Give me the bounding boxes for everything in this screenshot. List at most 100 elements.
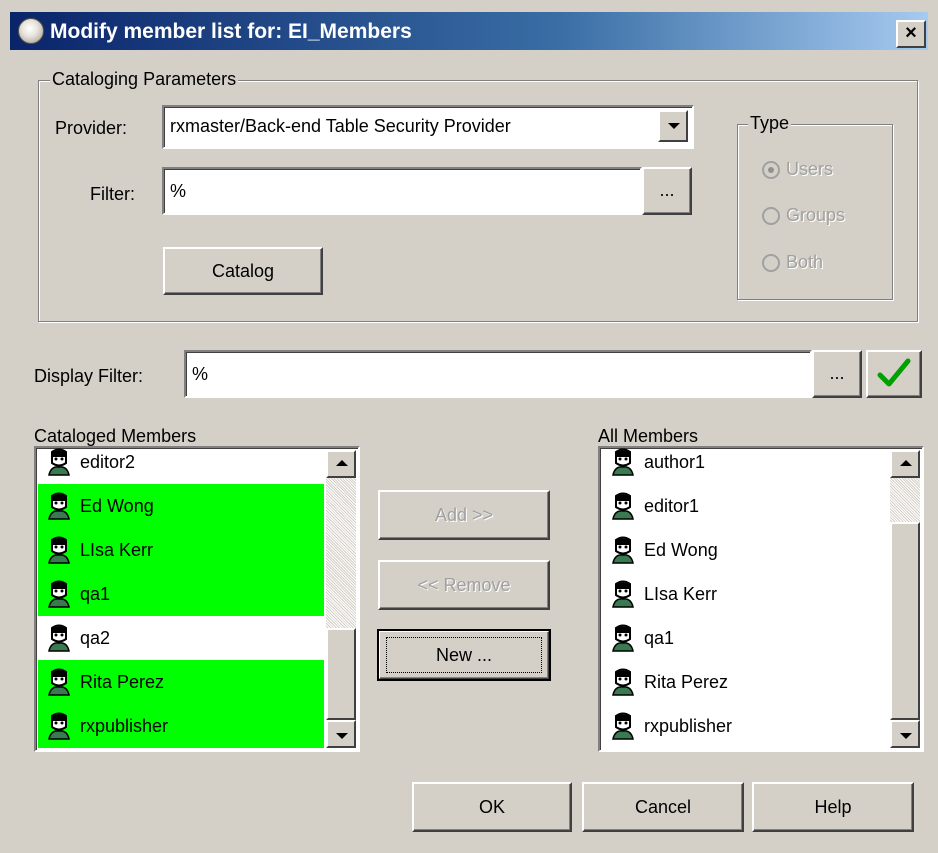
cataloged-members-label: Cataloged Members	[34, 426, 197, 446]
display-filter-label: Display Filter:	[34, 366, 144, 386]
user-icon	[48, 624, 70, 652]
window-title: Modify member list for: EI_Members	[50, 20, 412, 43]
list-item[interactable]: qa1	[38, 572, 324, 616]
list-item-label: Ed Wong	[644, 540, 718, 560]
display-filter-value: %	[192, 364, 209, 384]
display-filter-browse-button[interactable]: ...	[812, 350, 862, 398]
filter-label: Filter:	[90, 184, 135, 204]
provider-select-value: rxmaster/Back-end Table Security Provide…	[170, 116, 511, 136]
radio-both-label: Both	[786, 252, 824, 272]
display-filter-browse-label: ...	[829, 363, 845, 383]
new-button[interactable]: New ...	[377, 629, 551, 681]
list-item-label: qa1	[644, 628, 675, 648]
user-icon	[48, 580, 70, 608]
focus-ring	[386, 637, 542, 673]
user-icon	[48, 492, 70, 520]
ok-button-label: OK	[478, 797, 505, 817]
user-icon	[612, 624, 634, 652]
user-icon	[48, 448, 70, 476]
filter-browse-label: ...	[659, 180, 675, 200]
list-item-label: rxpublisher	[644, 716, 733, 736]
scroll-track[interactable]	[326, 478, 356, 628]
radio-users[interactable]	[762, 161, 780, 179]
list-item[interactable]: rxpublisher	[602, 704, 888, 748]
user-icon	[612, 668, 634, 696]
list-item[interactable]: LIsa Kerr	[602, 572, 888, 616]
apply-display-filter-button[interactable]	[866, 350, 922, 398]
list-item[interactable]: rxpublisher	[38, 704, 324, 748]
type-legend: Type	[748, 113, 792, 134]
remove-button-label: << Remove	[417, 575, 511, 595]
chevron-down-icon	[336, 733, 348, 739]
list-item-label: Rita Perez	[644, 672, 729, 692]
list-item-label: qa1	[80, 584, 111, 604]
scroll-down-button[interactable]	[326, 720, 356, 748]
list-item[interactable]: Ed Wong	[38, 484, 324, 528]
list-item[interactable]: Ed Wong	[602, 528, 888, 572]
ok-button[interactable]: OK	[412, 782, 572, 832]
filter-input[interactable]: %	[162, 167, 642, 215]
add-button[interactable]: Add >>	[378, 490, 550, 540]
filter-input-value: %	[170, 181, 187, 201]
scroll-up-button[interactable]	[890, 450, 920, 478]
cancel-button-label: Cancel	[634, 797, 692, 817]
provider-dropdown-button[interactable]	[658, 110, 688, 142]
list-item-label: rxpublisher	[80, 716, 169, 736]
user-icon	[48, 536, 70, 564]
title-bar[interactable]: Modify member list for: EI_Members ×	[10, 12, 928, 50]
radio-selected-dot	[768, 167, 774, 173]
list-item[interactable]: qa2	[38, 616, 324, 660]
cataloged-scrollbar[interactable]	[326, 450, 356, 748]
list-item-label: qa2	[80, 628, 111, 648]
user-icon	[612, 492, 634, 520]
user-icon	[48, 668, 70, 696]
radio-groups-label: Groups	[786, 205, 846, 225]
chevron-down-icon	[668, 123, 680, 129]
all-members-scrollbar[interactable]	[890, 450, 920, 748]
list-item[interactable]: editor2	[38, 448, 324, 484]
catalog-button[interactable]: Catalog	[163, 247, 323, 295]
cancel-button[interactable]: Cancel	[582, 782, 744, 832]
cataloging-parameters-legend: Cataloging Parameters	[50, 69, 239, 90]
user-icon	[48, 712, 70, 740]
catalog-button-label: Catalog	[211, 261, 275, 281]
list-item[interactable]: Rita Perez	[38, 660, 324, 704]
chevron-up-icon	[900, 460, 912, 466]
scroll-thumb[interactable]	[890, 522, 920, 720]
all-members-list[interactable]: rxpublisher Rita Perez qa1 LIsa Kerr Ed Wong…	[598, 446, 924, 752]
all-members-label: All Members	[598, 426, 699, 446]
modify-member-list-dialog: Modify member list for: EI_Members × Cat…	[0, 0, 938, 853]
list-item-label: LIsa Kerr	[80, 540, 154, 560]
list-item-label: Rita Perez	[80, 672, 165, 692]
list-item[interactable]: LIsa Kerr	[38, 528, 324, 572]
list-item[interactable]: author1	[602, 448, 888, 484]
add-button-label: Add >>	[434, 505, 494, 525]
chevron-down-icon	[900, 733, 912, 739]
help-button[interactable]: Help	[752, 782, 914, 832]
scroll-up-button[interactable]	[326, 450, 356, 478]
cataloged-members-list[interactable]: rxpublisher Rita Perez qa2 qa1 LIsa Kerr Ed W…	[34, 446, 360, 752]
list-item-label: author1	[644, 452, 706, 472]
display-filter-input[interactable]: %	[184, 350, 812, 398]
list-item[interactable]: qa1	[602, 616, 888, 660]
user-icon	[612, 448, 634, 476]
remove-button[interactable]: << Remove	[378, 560, 550, 610]
provider-select[interactable]: rxmaster/Back-end Table Security Provide…	[162, 105, 694, 149]
list-item-label: LIsa Kerr	[644, 584, 718, 604]
list-item[interactable]: Rita Perez	[602, 660, 888, 704]
scroll-track[interactable]	[890, 478, 920, 522]
radio-users-label: Users	[786, 159, 834, 179]
user-icon	[612, 712, 634, 740]
scroll-down-button[interactable]	[890, 720, 920, 748]
filter-browse-button[interactable]: ...	[642, 167, 692, 215]
list-item[interactable]: editor1	[602, 484, 888, 528]
user-icon	[612, 580, 634, 608]
list-item-label: editor1	[644, 496, 700, 516]
help-button-label: Help	[814, 797, 852, 817]
radio-both[interactable]	[762, 254, 780, 272]
close-button[interactable]: ×	[896, 20, 926, 48]
radio-groups[interactable]	[762, 207, 780, 225]
list-item-label: editor2	[80, 452, 136, 472]
list-item-label: Ed Wong	[80, 496, 154, 516]
scroll-thumb[interactable]	[326, 628, 356, 720]
